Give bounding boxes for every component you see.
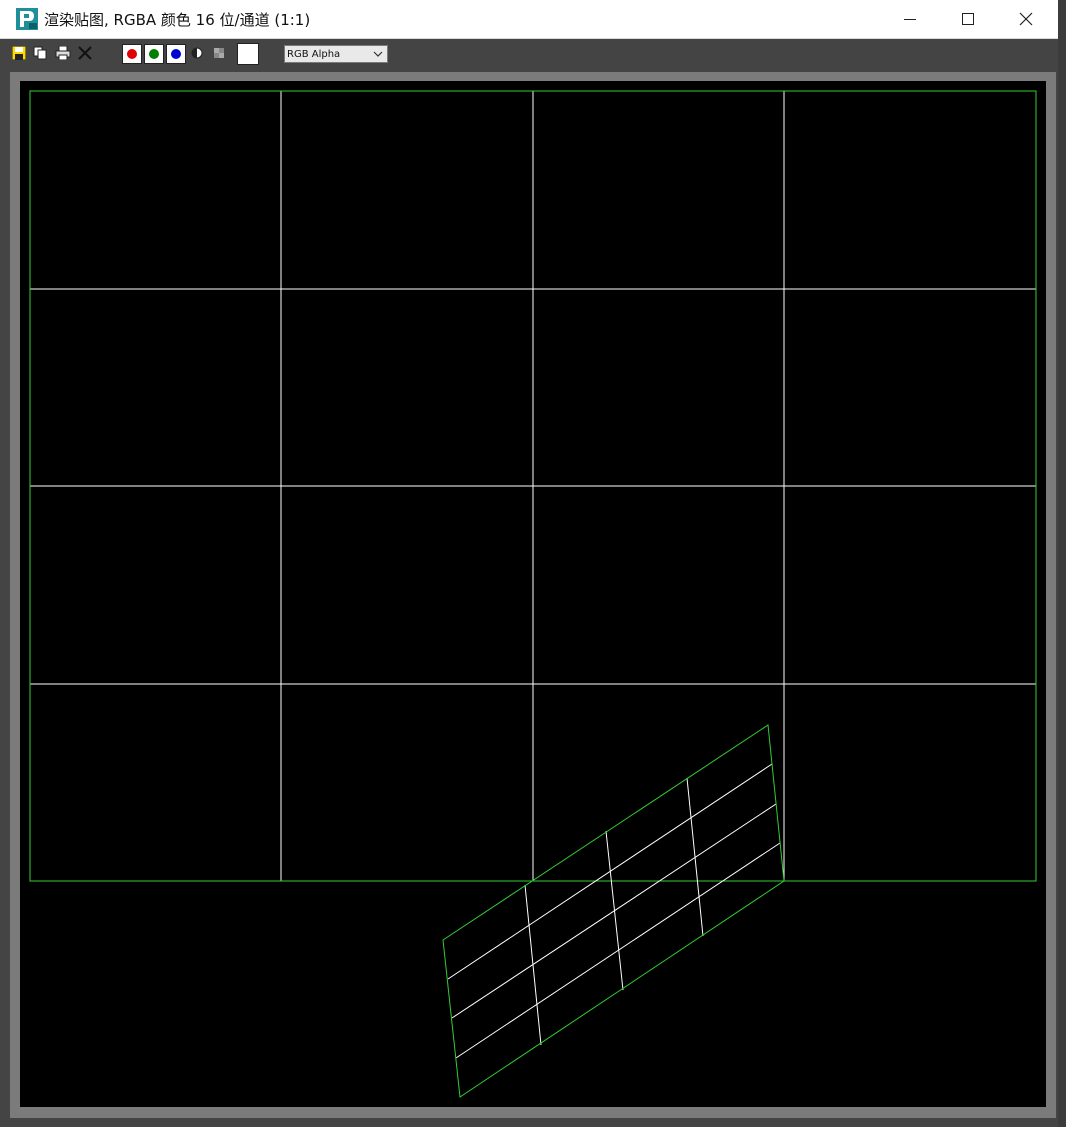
color-swatch[interactable]	[237, 43, 259, 65]
minimize-button[interactable]	[880, 0, 940, 38]
tilted-plane-grid	[447, 763, 781, 1059]
title-bar[interactable]: 渲染贴图, RGBA 颜色 16 位/通道 (1:1)	[0, 0, 1058, 39]
checker-icon	[214, 48, 224, 58]
render-image	[29, 90, 1037, 1098]
display-channel-value: RGB Alpha	[287, 49, 341, 60]
save-icon[interactable]	[12, 46, 26, 60]
minimize-icon	[904, 19, 916, 20]
background-side-panel	[1058, 0, 1066, 1127]
green-channel-toggle[interactable]	[144, 44, 164, 64]
display-channel-select[interactable]: RGB Alpha	[284, 45, 388, 63]
half-circle-icon	[191, 47, 203, 59]
plane-grid	[30, 91, 1036, 881]
close-button[interactable]	[996, 0, 1056, 38]
3dsmax-app-icon	[16, 8, 38, 30]
blue-channel-toggle[interactable]	[166, 44, 186, 64]
window-title: 渲染贴图, RGBA 颜色 16 位/通道 (1:1)	[44, 11, 311, 29]
clear-icon[interactable]	[78, 46, 92, 60]
chevron-down-icon	[373, 51, 383, 57]
close-icon	[1019, 12, 1033, 26]
print-icon[interactable]	[55, 46, 71, 60]
red-channel-toggle[interactable]	[122, 44, 142, 64]
copy-icon[interactable]	[33, 46, 47, 60]
maximize-button[interactable]	[938, 0, 998, 38]
monochrome-toggle[interactable]	[191, 47, 203, 59]
clear-bg-toggle[interactable]	[213, 48, 225, 58]
render-canvas[interactable]	[20, 81, 1046, 1107]
maximize-icon	[962, 13, 974, 25]
red-dot-icon	[127, 49, 137, 59]
green-dot-icon	[149, 49, 159, 59]
render-window: 渲染贴图, RGBA 颜色 16 位/通道 (1:1) RGB Alpha	[0, 0, 1058, 1127]
blue-dot-icon	[171, 49, 181, 59]
